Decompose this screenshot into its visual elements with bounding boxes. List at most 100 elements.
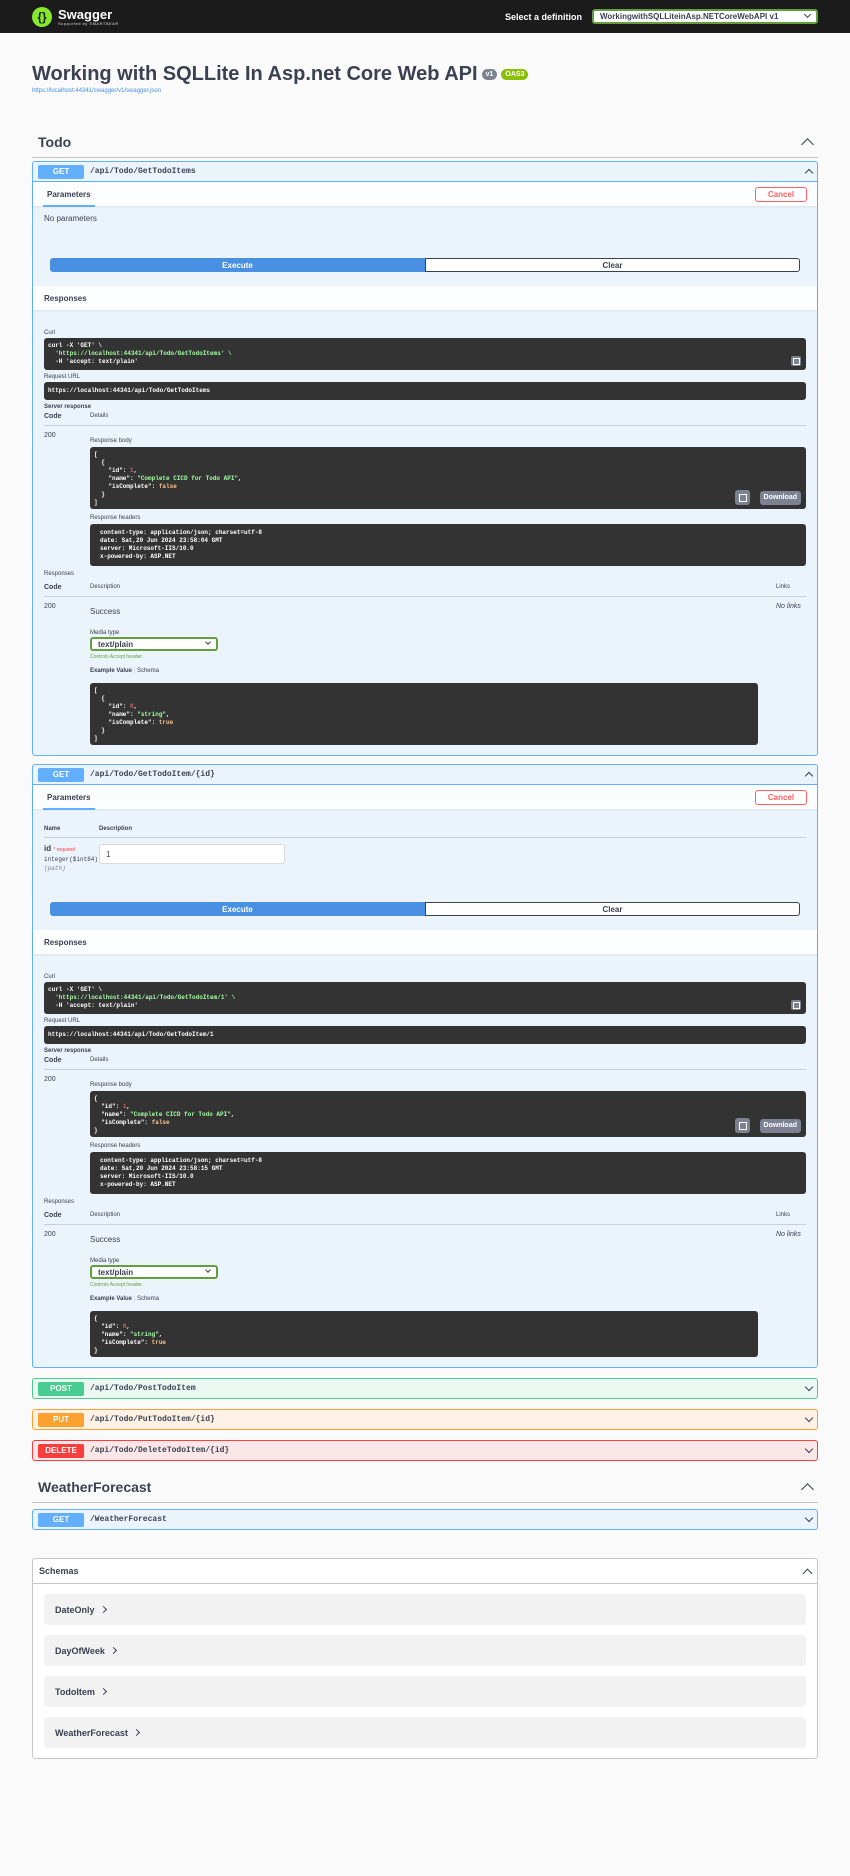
tab-parameters[interactable]: Parameters (43, 185, 95, 207)
tag-weatherforecast-name: WeatherForecast (38, 1479, 152, 1495)
tab-example-value[interactable]: Example Value (90, 668, 132, 674)
json-key: "id" (101, 1323, 116, 1330)
media-type-select[interactable]: text/plain (90, 1265, 218, 1279)
copy-icon[interactable] (735, 1118, 750, 1133)
json-token: [ (94, 451, 98, 458)
chevron-right-icon (109, 1646, 117, 1655)
parameters-header: Parameters Cancel (33, 182, 817, 207)
media-type-label: Media type (90, 1258, 120, 1264)
cancel-button[interactable]: Cancel (755, 186, 807, 202)
media-type-value: text/plain (98, 639, 134, 649)
chevron-down-icon (804, 1382, 814, 1391)
method-badge: GET (38, 1512, 84, 1527)
clear-button[interactable]: Clear (425, 258, 800, 272)
tab-schema[interactable]: Schema (137, 1296, 159, 1302)
operation-path: /api/Todo/PostTodoItem (90, 1384, 196, 1393)
no-links-text: No links (776, 603, 801, 610)
schema-item-dayofweek[interactable]: DayOfWeek (44, 1635, 806, 1666)
operation-path: /api/Todo/PutTodoItem/{id} (90, 1415, 215, 1424)
json-key: "id" (101, 1103, 116, 1110)
required-marker: * required (53, 847, 76, 853)
operation-post-todo-item[interactable]: POST /api/Todo/PostTodoItem (32, 1378, 818, 1399)
curl-line: -H 'accept: text/plain' (48, 358, 139, 365)
json-value: "string" (130, 1331, 159, 1338)
chevron-down-icon (205, 1267, 211, 1273)
tag-weatherforecast[interactable]: WeatherForecast (32, 1477, 818, 1503)
response-headers-label: Response headers (90, 515, 141, 521)
definition-select-value: WorkingwithSQLLiteinAsp.NETCoreWebAPI v1 (600, 12, 779, 21)
responses-header: Responses (33, 286, 817, 310)
json-value: 1 (130, 467, 134, 474)
response-body-label: Response body (90, 1082, 132, 1088)
operation-header[interactable]: GET /api/Todo/GetTodoItem/{id} (33, 765, 817, 785)
method-badge: GET (38, 164, 84, 179)
responses-body: Curl curl -X 'GET' \ 'https://localhost:… (33, 954, 817, 1367)
schema-item-dateonly[interactable]: DateOnly (44, 1594, 806, 1625)
response-body-label: Response body (90, 438, 132, 444)
definition-select[interactable]: WorkingwithSQLLiteinAsp.NETCoreWebAPI v1 (592, 9, 818, 24)
schema-name: WeatherForecast (55, 1727, 128, 1738)
json-token: { (94, 1315, 98, 1322)
execute-wrapper: Execute Clear (50, 258, 800, 272)
details-column: Details (90, 413, 109, 419)
json-key: "id" (108, 467, 123, 474)
copy-icon[interactable] (735, 490, 750, 505)
schema-item-todoitem[interactable]: TodoItem (44, 1676, 806, 1707)
responses-table-header: Code Description Links (44, 1209, 806, 1225)
method-badge: DELETE (38, 1443, 84, 1458)
version-badge: v1 (481, 69, 498, 80)
operation-get-weatherforecast[interactable]: GET /WeatherForecast (32, 1509, 818, 1530)
media-type-label: Media type (90, 630, 120, 636)
response-headers-label: Response headers (90, 1143, 141, 1149)
chevron-up-icon (801, 137, 814, 151)
copy-icon[interactable] (791, 1000, 801, 1010)
tab-parameters[interactable]: Parameters (43, 788, 95, 810)
schemas-header[interactable]: Schemas (33, 1559, 817, 1584)
cancel-button[interactable]: Cancel (755, 789, 807, 805)
download-button[interactable]: Download (759, 491, 801, 505)
media-type-value: text/plain (98, 1267, 134, 1277)
json-value: "string" (137, 711, 167, 718)
api-info: Working with SQLLite In Asp.net Core Web… (0, 33, 850, 94)
operation-put-todo-item[interactable]: PUT /api/Todo/PutTodoItem/{id} (32, 1409, 818, 1430)
json-token: ] (94, 735, 98, 742)
json-key: "name" (108, 475, 131, 482)
parameters-body: Name Description id * required integer($… (33, 809, 817, 902)
curl-line: 'https://localhost:44341/api/Todo/GetTod… (48, 994, 236, 1001)
id-input[interactable]: 1 (99, 844, 285, 864)
example-value-block: { "id": 0, "name": "string", "isComplete… (90, 1311, 758, 1357)
clear-button[interactable]: Clear (425, 902, 800, 916)
copy-icon[interactable] (791, 356, 801, 366)
media-type-select[interactable]: text/plain (90, 637, 218, 651)
controls-accept-header: Controls Accept header. (90, 1282, 144, 1288)
method-badge: POST (38, 1381, 84, 1396)
details-column: Details (90, 1057, 109, 1063)
json-token: { (94, 1095, 98, 1102)
operation-delete-todo-item[interactable]: DELETE /api/Todo/DeleteTodoItem/{id} (32, 1440, 818, 1461)
method-badge: PUT (38, 1412, 84, 1427)
schema-name: DateOnly (55, 1604, 95, 1615)
schemas-section: Schemas DateOnly DayOfWeek TodoItem Weat… (32, 1558, 818, 1759)
tab-schema[interactable]: Schema (137, 668, 159, 674)
param-name: id (44, 844, 52, 853)
json-value: true (151, 1339, 167, 1346)
request-url-label: Request URL (44, 374, 81, 380)
download-button[interactable]: Download (759, 1119, 801, 1133)
execute-button[interactable]: Execute (50, 258, 425, 272)
responses-label: Responses (44, 1199, 75, 1205)
swagger-logo[interactable]: {} Swagger Supported by SMARTBEAR (32, 6, 119, 27)
json-key: "isComplete" (101, 1119, 145, 1126)
response-headers: content-type: application/json; charset=… (90, 1152, 806, 1194)
chevron-down-icon (804, 1444, 814, 1453)
oas-badge: OAS3 (501, 69, 529, 80)
execute-button[interactable]: Execute (50, 902, 425, 916)
json-token: } (101, 491, 105, 498)
tab-example-value[interactable]: Example Value (90, 1296, 132, 1302)
json-key: "name" (101, 1111, 123, 1118)
parameters-table-header: Name Description (44, 823, 806, 838)
json-key: "name" (108, 711, 131, 718)
swagger-json-link[interactable]: https://localhost:44341/swagger/v1/swagg… (32, 88, 818, 94)
tag-todo[interactable]: Todo (32, 132, 818, 158)
operation-header[interactable]: GET /api/Todo/GetTodoItems (33, 162, 817, 182)
schema-item-weatherforecast[interactable]: WeatherForecast (44, 1717, 806, 1748)
